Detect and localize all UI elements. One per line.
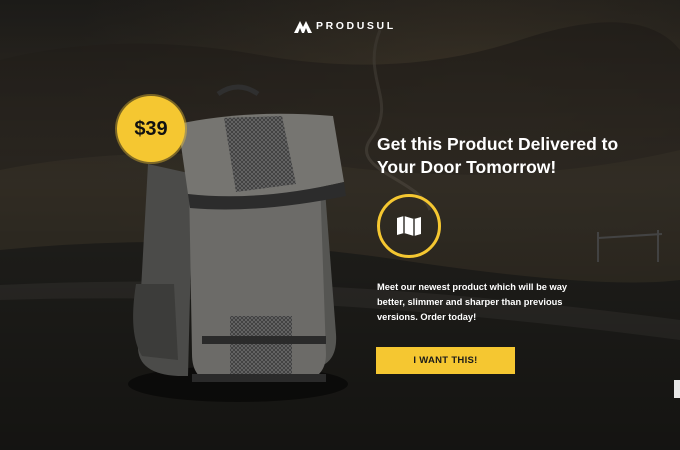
product-description: Meet our newest product which will be wa… (377, 282, 568, 322)
brand-name: PRODUSUL (316, 20, 396, 32)
scroll-indicator[interactable] (674, 380, 680, 398)
i-want-this-button[interactable]: I WANT THIS! (376, 347, 515, 374)
map-icon (397, 216, 421, 236)
price-badge: $39 (117, 96, 185, 162)
page-title: Get this Product Delivered to Your Door … (377, 134, 619, 177)
feature-badge (377, 194, 441, 258)
mountain-logo-icon (294, 21, 312, 33)
brand-logo[interactable]: PRODUSUL (294, 19, 396, 33)
hero-section: PRODUSUL $39 Get this Product Delivered … (0, 0, 680, 450)
